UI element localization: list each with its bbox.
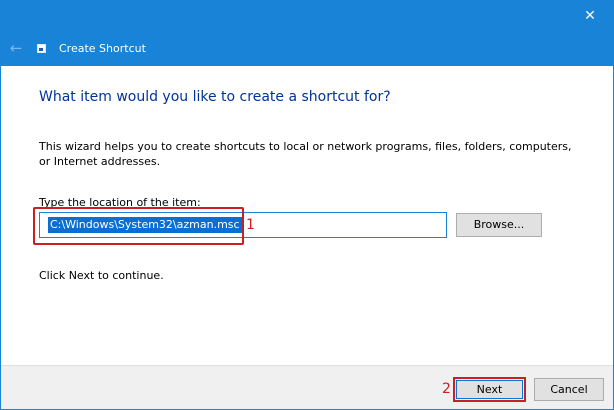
browse-button[interactable]: Browse... <box>456 213 542 237</box>
close-button[interactable]: ✕ <box>567 1 613 32</box>
page-heading: What item would you like to create a sho… <box>39 89 391 105</box>
annotation-highlight-box-1 <box>33 207 244 245</box>
back-arrow-icon: ← <box>9 39 23 57</box>
next-button[interactable]: Next <box>456 380 523 399</box>
wizard-content: What item would you like to create a sho… <box>1 66 613 365</box>
wizard-footer: 2 Next Cancel <box>1 365 613 409</box>
cancel-button[interactable]: Cancel <box>534 378 604 401</box>
wizard-title: Create Shortcut <box>59 42 146 55</box>
back-button[interactable]: ← <box>5 37 27 59</box>
close-icon: ✕ <box>584 8 596 24</box>
annotation-step-1: 1 <box>246 217 255 233</box>
annotation-step-2: 2 <box>442 381 451 397</box>
shortcut-icon <box>37 44 46 53</box>
continue-text: Click Next to continue. <box>39 269 164 282</box>
create-shortcut-window: ✕ ← Create Shortcut What item would you … <box>0 0 614 410</box>
wizard-header: ← Create Shortcut <box>1 32 613 66</box>
intro-text: This wizard helps you to create shortcut… <box>39 140 572 168</box>
